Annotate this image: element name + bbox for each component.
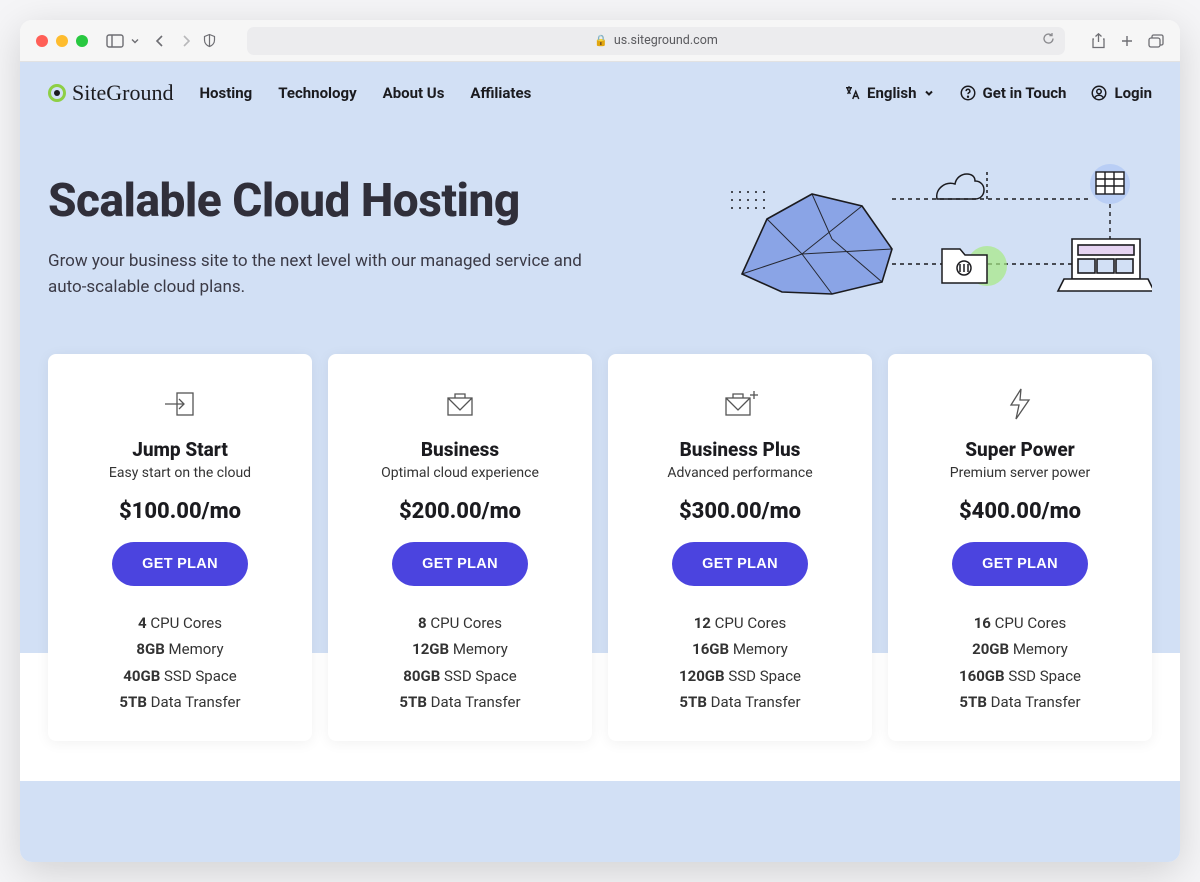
chevron-down-icon[interactable] — [130, 36, 140, 46]
plan-subtitle: Premium server power — [950, 465, 1090, 481]
hero-illustration — [712, 144, 1152, 324]
plan-price: $100.00/mo — [119, 499, 241, 524]
plan-card-jump-start: Jump Start Easy start on the cloud $100.… — [48, 354, 312, 741]
login-label: Login — [1114, 84, 1152, 102]
nav-affiliates[interactable]: Affiliates — [470, 84, 531, 102]
help-icon — [959, 84, 977, 102]
get-in-touch-label: Get in Touch — [983, 84, 1067, 102]
get-plan-button[interactable]: GET PLAN — [392, 542, 528, 586]
get-in-touch-link[interactable]: Get in Touch — [959, 84, 1067, 102]
page-subtitle: Grow your business site to the next leve… — [48, 248, 608, 301]
minimize-window-button[interactable] — [56, 35, 68, 47]
shield-icon[interactable] — [202, 33, 217, 48]
plan-subtitle: Optimal cloud experience — [381, 465, 539, 481]
close-window-button[interactable] — [36, 35, 48, 47]
briefcase-icon — [442, 384, 478, 424]
hero-section: Scalable Cloud Hosting Grow your busines… — [20, 124, 1180, 354]
plan-price: $200.00/mo — [399, 499, 521, 524]
login-link[interactable]: Login — [1090, 84, 1152, 102]
nav-technology[interactable]: Technology — [278, 84, 356, 102]
plan-card-super-power: Super Power Premium server power $400.00… — [888, 354, 1152, 741]
share-icon[interactable] — [1091, 33, 1106, 49]
lock-icon: 🔒 — [594, 34, 608, 47]
forward-button[interactable] — [180, 34, 192, 48]
get-plan-button[interactable]: GET PLAN — [672, 542, 808, 586]
plan-features: 4 CPU Cores 8GB Memory 40GB SSD Space 5T… — [119, 610, 240, 715]
site-logo[interactable]: SiteGround — [48, 80, 173, 106]
plan-name: Business Plus — [680, 438, 801, 461]
plan-features: 12 CPU Cores 16GB Memory 120GB SSD Space… — [679, 610, 801, 715]
browser-titlebar: 🔒 us.siteground.com — [20, 20, 1180, 62]
enter-icon — [162, 384, 198, 424]
maximize-window-button[interactable] — [76, 35, 88, 47]
nav-utilities: English Get in Touch Login — [843, 84, 1152, 102]
back-button[interactable] — [154, 34, 166, 48]
lightning-icon — [1007, 384, 1033, 424]
sidebar-toggle-icon[interactable] — [106, 34, 124, 48]
reload-icon[interactable] — [1042, 32, 1055, 49]
plan-price: $300.00/mo — [679, 499, 801, 524]
nav-links: Hosting Technology About Us Affiliates — [199, 84, 531, 102]
page-content: SiteGround Hosting Technology About Us A… — [20, 62, 1180, 862]
window-controls — [36, 35, 88, 47]
language-selector[interactable]: English — [843, 84, 934, 102]
tabs-icon[interactable] — [1148, 34, 1164, 48]
browser-window: 🔒 us.siteground.com SiteGround — [20, 20, 1180, 862]
nav-hosting[interactable]: Hosting — [199, 84, 252, 102]
page-title: Scalable Cloud Hosting — [48, 174, 692, 228]
plan-features: 16 CPU Cores 20GB Memory 160GB SSD Space… — [959, 610, 1081, 715]
plan-name: Super Power — [965, 438, 1074, 461]
chevron-down-icon — [923, 87, 935, 99]
plan-subtitle: Advanced performance — [667, 465, 812, 481]
nav-about[interactable]: About Us — [383, 84, 445, 102]
get-plan-button[interactable]: GET PLAN — [952, 542, 1088, 586]
pricing-plans: Jump Start Easy start on the cloud $100.… — [20, 354, 1180, 781]
plan-price: $400.00/mo — [959, 499, 1081, 524]
briefcase-plus-icon — [720, 384, 760, 424]
new-tab-icon[interactable] — [1120, 34, 1134, 48]
plan-features: 8 CPU Cores 12GB Memory 80GB SSD Space 5… — [399, 610, 520, 715]
url-text: us.siteground.com — [614, 33, 718, 48]
plan-name: Business — [421, 438, 499, 461]
user-icon — [1090, 84, 1108, 102]
url-bar[interactable]: 🔒 us.siteground.com — [247, 27, 1065, 55]
site-nav: SiteGround Hosting Technology About Us A… — [20, 62, 1180, 124]
language-label: English — [867, 84, 916, 102]
logo-text: SiteGround — [72, 80, 173, 106]
get-plan-button[interactable]: GET PLAN — [112, 542, 248, 586]
plan-card-business-plus: Business Plus Advanced performance $300.… — [608, 354, 872, 741]
logo-swirl-icon — [48, 84, 66, 102]
plan-name: Jump Start — [132, 438, 228, 461]
translate-icon — [843, 84, 861, 102]
plan-card-business: Business Optimal cloud experience $200.0… — [328, 354, 592, 741]
plan-subtitle: Easy start on the cloud — [109, 465, 251, 481]
